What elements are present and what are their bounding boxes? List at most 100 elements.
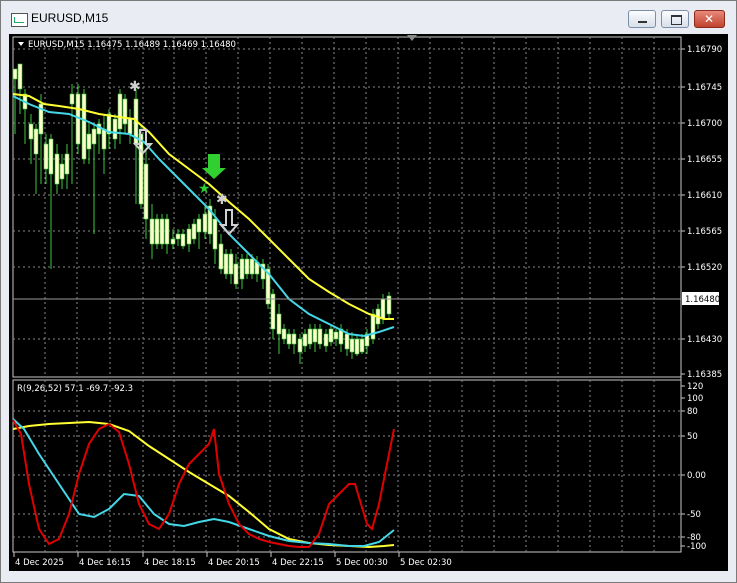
- chart-menu-triangle-icon[interactable]: [18, 42, 24, 46]
- indicator-axis-label: 0.00: [687, 471, 706, 481]
- time-axis-label: 4 Dec 16:15: [79, 558, 131, 568]
- candle-body: [149, 218, 155, 245]
- title-bar[interactable]: EURUSD,M15 ✕: [1, 1, 736, 35]
- price-axis-label: 1.16430: [687, 335, 722, 345]
- candle-body: [286, 333, 292, 345]
- candle-body: [323, 333, 329, 347]
- candle-body: [228, 253, 234, 275]
- time-axis-label: 4 Dec 20:15: [208, 558, 260, 568]
- candle-body: [328, 328, 334, 343]
- candle-body: [48, 138, 54, 175]
- candle-body: [33, 128, 39, 155]
- chart-window-icon: [11, 13, 28, 27]
- candle-body: [43, 143, 49, 170]
- candle-body: [223, 253, 229, 275]
- candle-body: [180, 233, 186, 247]
- indicator-header: R(9,26,52) 57.1 -69.7 -92.3: [17, 384, 133, 394]
- candle-body: [281, 328, 287, 340]
- sell-signal-2: ✱: [216, 192, 240, 236]
- candle-body: [212, 218, 218, 250]
- indicator-axis-label: 120: [687, 382, 703, 392]
- down-arrow-icon: [218, 209, 240, 236]
- candle-body: [297, 338, 303, 353]
- candle-body: [112, 118, 118, 140]
- time-axis-label: 5 Dec 02:30: [400, 558, 452, 568]
- candle-body: [349, 338, 355, 353]
- main-chart-header: EURUSD,M15 1.16475 1.16489 1.16469 1.164…: [28, 40, 236, 50]
- candle-body: [233, 263, 239, 285]
- buy-signal: ★: [198, 154, 226, 197]
- price-axis: 1.16790 1.16745 1.16700 1.16655 1.16610 1.165…: [681, 45, 722, 380]
- chart-canvas[interactable]: ✱ ★ ✱ 1.16480 EURUSD,M15 1.16475 1.16489…: [9, 34, 728, 571]
- indicator-axis-label: 100: [687, 394, 703, 404]
- candle-body: [86, 133, 92, 150]
- maximize-icon: [671, 15, 682, 25]
- candle-body: [186, 228, 192, 245]
- candle-body: [244, 258, 250, 275]
- price-axis-label: 1.16385: [687, 370, 722, 380]
- time-axis-label: 4 Dec 18:15: [144, 558, 196, 568]
- main-panel-border: [12, 36, 682, 378]
- candle-body: [127, 118, 133, 135]
- candle-body: [154, 218, 160, 245]
- candle-body: [239, 258, 245, 280]
- chart-shift-marker[interactable]: [407, 35, 417, 41]
- minimize-button[interactable]: [628, 10, 656, 28]
- minimize-icon: [638, 21, 647, 23]
- candle-body: [175, 233, 181, 240]
- candle-body: [196, 218, 202, 233]
- indicator-grid: [13, 380, 681, 552]
- chart-area[interactable]: ✱ ★ ✱ 1.16480 EURUSD,M15 1.16475 1.16489…: [9, 34, 728, 571]
- candle-body: [344, 333, 350, 350]
- candle-body: [164, 218, 170, 245]
- candle-body: [101, 128, 107, 150]
- close-button[interactable]: ✕: [694, 10, 725, 28]
- indicator-panel-border: [12, 379, 682, 553]
- candle-body: [17, 63, 23, 90]
- price-axis-label: 1.16610: [687, 191, 722, 201]
- price-axis-label: 1.16745: [687, 83, 722, 93]
- indicator-axis-label: -100: [687, 542, 706, 552]
- ma-slow-line: [12, 93, 394, 320]
- price-axis-label: 1.16790: [687, 45, 722, 55]
- chart-window: EURUSD,M15 ✕ ✱ ★ ✱ 1.16480 EURUSD,M15 1.…: [0, 0, 737, 583]
- osc-fast-line: [12, 419, 395, 548]
- candle-body: [159, 218, 165, 245]
- star-icon: ✱: [216, 192, 228, 208]
- candle-body: [81, 93, 87, 160]
- window-title: EURUSD,M15: [31, 11, 109, 25]
- candle-body: [28, 123, 34, 140]
- candle-body: [291, 333, 297, 345]
- candle-body: [218, 243, 224, 270]
- indicator-axis-label: 50: [687, 432, 698, 442]
- star-icon: ★: [198, 181, 211, 197]
- current-price-label: 1.16480: [685, 295, 720, 305]
- osc-mid-line: [12, 418, 395, 547]
- candle-body: [59, 163, 65, 180]
- candle-body: [191, 223, 197, 240]
- candle-body: [307, 328, 313, 345]
- close-icon: ✕: [704, 12, 715, 26]
- time-axis-label: 4 Dec 22:15: [272, 558, 324, 568]
- candle-body: [302, 333, 308, 347]
- indicator-axis-label: -50: [687, 510, 701, 520]
- candle-body: [202, 213, 208, 233]
- candle-body: [117, 93, 123, 130]
- candle-body: [12, 68, 18, 80]
- time-axis-label: 5 Dec 00:30: [336, 558, 388, 568]
- maximize-button[interactable]: [661, 10, 689, 28]
- indicator-axis: 12010080500.00-50-80-100: [681, 382, 706, 552]
- price-axis-label: 1.16565: [687, 227, 722, 237]
- sell-signal-1: ✱: [129, 79, 154, 155]
- candle-body: [170, 238, 176, 245]
- candle-body: [54, 153, 60, 185]
- price-axis-label: 1.16520: [687, 263, 722, 273]
- candle-body: [354, 338, 360, 355]
- price-axis-label: 1.16655: [687, 155, 722, 165]
- time-axis: 4 Dec 2025 4 Dec 16:15 4 Dec 18:15 4 Dec 20…: [13, 552, 452, 568]
- candle-body: [249, 258, 255, 275]
- candle-body: [359, 338, 365, 353]
- price-axis-label: 1.16700: [687, 119, 722, 129]
- candle-body: [69, 93, 75, 105]
- main-grid: [13, 37, 681, 377]
